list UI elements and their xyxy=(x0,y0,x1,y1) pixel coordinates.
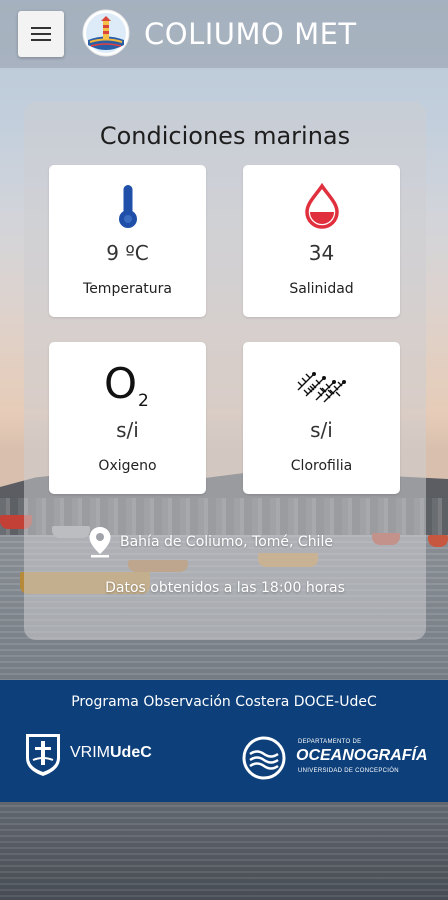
data-timestamp: Datos obtenidos a las 18:00 horas xyxy=(105,580,345,596)
water-drop-icon xyxy=(304,183,339,229)
chlorophyll-value: s/i xyxy=(310,418,333,442)
oxygen-o2-icon: O 2 xyxy=(104,360,149,408)
program-title: Programa Observación Costera DOCE-UdeC xyxy=(71,694,377,710)
app-header: COLIUMO MET xyxy=(0,0,448,68)
chlorophyll-label: Clorofilia xyxy=(290,458,353,474)
ocean-dept-top-text: DEPARTAMENTO DE xyxy=(298,739,362,745)
ocean-dept-name: OCEANOGRAFÍA xyxy=(296,747,428,764)
panel-title: Condiciones marinas xyxy=(99,122,351,150)
oxygen-value: s/i xyxy=(116,418,139,442)
tile-temperatura[interactable]: 9 ºC Temperatura xyxy=(49,165,206,317)
marine-conditions-panel: Condiciones marinas 9 ºC Temperatura 34 … xyxy=(24,102,426,640)
thermometer-icon xyxy=(118,185,137,228)
menu-button[interactable] xyxy=(18,11,64,57)
location-row: Bahía de Coliumo, Tomé, Chile xyxy=(88,526,333,558)
tile-salinidad[interactable]: 34 Salinidad xyxy=(243,165,400,317)
ocean-dept-bottom-text: UNIVERSIDAD DE CONCEPCIÓN xyxy=(298,768,399,774)
tile-clorofilia[interactable]: s/i Clorofilia xyxy=(243,342,400,494)
hamburger-menu-icon xyxy=(31,27,51,29)
salinity-label: Salinidad xyxy=(289,281,354,297)
lighthouse-logo-icon xyxy=(82,9,130,57)
temperature-value: 9 ºC xyxy=(106,241,149,265)
oceanografia-logo-icon xyxy=(242,736,286,780)
tile-oxigeno[interactable]: O 2 s/i Oxigeno xyxy=(49,342,206,494)
footer-band: Programa Observación Costera DOCE-UdeC V… xyxy=(0,680,448,802)
location-text: Bahía de Coliumo, Tomé, Chile xyxy=(120,534,333,550)
svg-text:2: 2 xyxy=(138,391,149,408)
svg-text:O: O xyxy=(104,360,137,408)
plankton-icon xyxy=(297,372,346,403)
vrim-udec-logo-text: VRIMUdeC xyxy=(70,744,152,761)
temperature-label: Temperatura xyxy=(83,281,172,297)
location-pin-icon xyxy=(89,527,111,558)
udec-shield-logo-icon xyxy=(26,734,60,776)
background-boat xyxy=(428,535,448,547)
oxygen-label: Oxigeno xyxy=(98,458,157,474)
salinity-value: 34 xyxy=(308,241,335,265)
app-title: COLIUMO MET xyxy=(144,17,357,51)
